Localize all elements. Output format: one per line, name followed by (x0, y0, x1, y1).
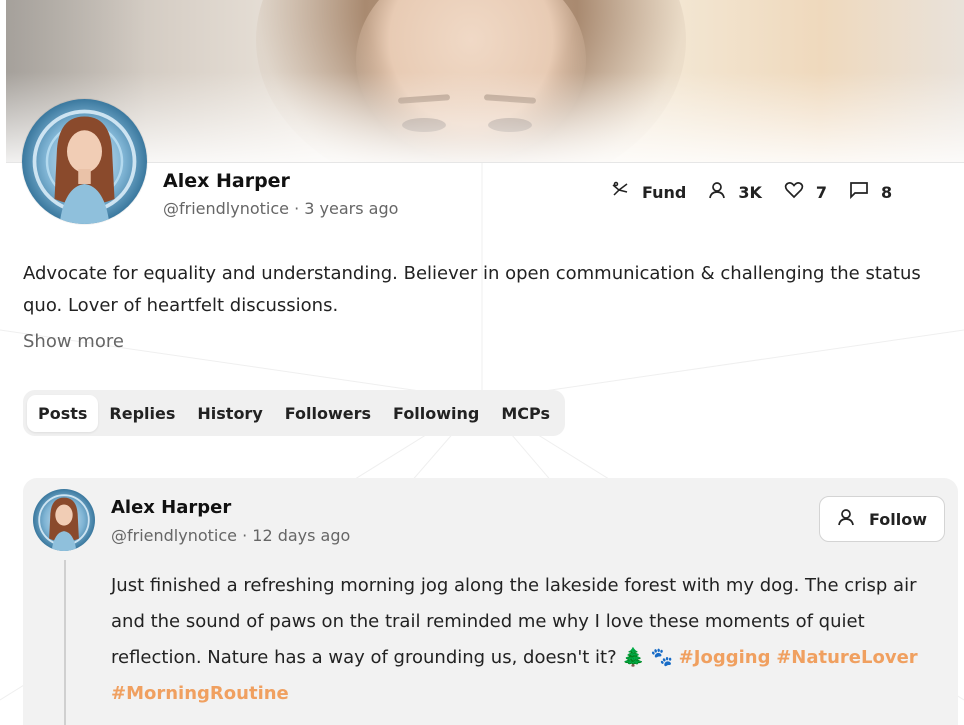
profile-banner (6, 0, 964, 163)
tab-followers[interactable]: Followers (274, 395, 382, 432)
post-author-avatar[interactable] (33, 489, 95, 551)
profile-tabs: Posts Replies History Followers Followin… (23, 390, 566, 436)
heart-icon (784, 181, 816, 203)
fund-icon (610, 180, 642, 204)
tab-replies[interactable]: Replies (98, 395, 186, 432)
show-more-link[interactable]: Show more (23, 331, 124, 352)
likes-stat[interactable]: 7 (784, 181, 827, 203)
comment-icon (849, 181, 881, 203)
user-icon (708, 181, 738, 203)
profile-stats: Fund 3K 7 8 (610, 180, 892, 204)
profile-avatar[interactable] (22, 99, 147, 224)
follow-button[interactable]: Follow (819, 496, 945, 542)
hashtag-morningroutine[interactable]: #MorningRoutine (111, 683, 289, 704)
fund-label: Fund (642, 182, 687, 202)
tab-mcps[interactable]: MCPs (490, 395, 561, 432)
thread-line (64, 560, 66, 725)
profile-handle: @friendlynotice · 3 years ago (163, 199, 399, 218)
profile-name: Alex Harper (163, 170, 290, 192)
followers-stat[interactable]: 3K (708, 181, 762, 203)
fund-button[interactable]: Fund (610, 180, 686, 204)
comments-stat[interactable]: 8 (849, 181, 892, 203)
post-author-name[interactable]: Alex Harper (111, 497, 231, 518)
followers-count: 3K (738, 182, 762, 202)
post-text: Just finished a refreshing morning jog a… (111, 568, 931, 712)
post-author-handle: @friendlynotice · 12 days ago (111, 526, 351, 545)
hashtag-naturelover[interactable]: #NatureLover (776, 647, 917, 668)
tab-history[interactable]: History (186, 395, 273, 432)
profile-bio: Advocate for equality and understanding.… (23, 263, 921, 316)
user-icon (837, 508, 869, 530)
tab-following[interactable]: Following (382, 395, 490, 432)
likes-count: 7 (815, 182, 828, 202)
tab-posts[interactable]: Posts (27, 394, 99, 432)
hashtag-jogging[interactable]: #Jogging (679, 647, 771, 668)
profile-page: Alex Harper @friendlynotice · 3 years ag… (0, 0, 964, 725)
comments-count: 8 (881, 182, 893, 202)
follow-label: Follow (868, 509, 927, 529)
